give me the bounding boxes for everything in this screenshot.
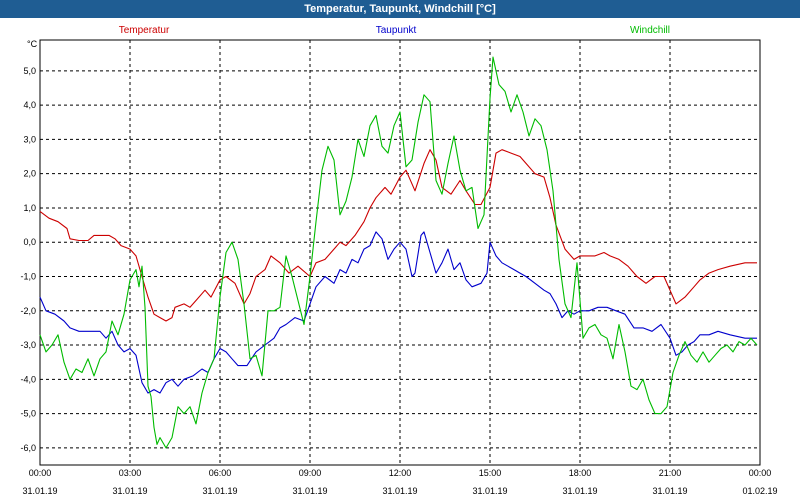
x-tick-date-label: 31.01.19 [382,486,417,496]
legend-item-taupunkt: Taupunkt [376,25,417,36]
x-tick-date-label: 31.01.19 [652,486,687,496]
y-tick-label: -2,0 [20,306,36,316]
y-axis-ticks: 5,0 4,0 3,0 2,0 1,0 0,0 -1,0 -2,0 -3,0 -4,0 -5,0 -6… [20,66,36,453]
y-tick-label: -6,0 [20,443,36,453]
x-axis-ticks: 00:00 31.01.19 03:00 31.01.19 06:00 31.01.19 0… [22,468,777,496]
x-tick-time-label: 06:00 [209,468,232,478]
y-tick-label: 1,0 [23,203,36,213]
y-tick-label: -5,0 [20,409,36,419]
x-tick-time-label: 00:00 [29,468,52,478]
x-tick-time-label: 12:00 [389,468,412,478]
y-tick-label: -1,0 [20,271,36,281]
y-tick-label: 2,0 [23,169,36,179]
x-tick-time-label: 15:00 [479,468,502,478]
x-tick-date-label: 31.01.19 [292,486,327,496]
y-tick-label: 5,0 [23,66,36,76]
x-tick-time-label: 18:00 [569,468,592,478]
x-tick-time-label: 09:00 [299,468,322,478]
x-tick-time-label: 21:00 [659,468,682,478]
x-tick-date-label: 31.01.19 [562,486,597,496]
y-axis-unit-label: °C [27,39,38,49]
y-tick-label: 3,0 [23,134,36,144]
x-tick-date-label: 31.01.19 [472,486,507,496]
y-tick-label: -3,0 [20,340,36,350]
x-tick-time-label: 03:00 [119,468,142,478]
legend-item-temperatur: Temperatur [119,25,170,36]
y-tick-label: 4,0 [23,100,36,110]
chart-title: Temperatur, Taupunkt, Windchill [°C] [0,0,800,18]
x-tick-date-label: 31.01.19 [112,486,147,496]
x-tick-date-label: 01.02.19 [742,486,777,496]
x-tick-time-label: 00:00 [749,468,772,478]
x-tick-date-label: 31.01.19 [22,486,57,496]
legend: Temperatur Taupunkt Windchill [119,25,670,36]
legend-item-windchill: Windchill [630,25,670,36]
y-tick-label: 0,0 [23,237,36,247]
y-tick-label: -4,0 [20,374,36,384]
x-tick-date-label: 31.01.19 [202,486,237,496]
chart-canvas: 5,0 4,0 3,0 2,0 1,0 0,0 -1,0 -2,0 -3,0 -4,0 -5,0 -6… [20,25,777,496]
